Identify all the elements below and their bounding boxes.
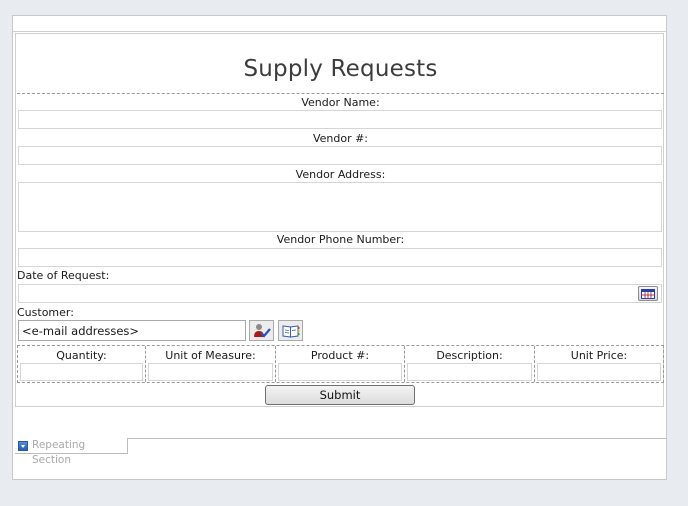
- calendar-button[interactable]: [638, 286, 658, 301]
- page-title: Supply Requests: [243, 56, 438, 82]
- column-header: Unit Price:: [570, 349, 628, 362]
- form-canvas: Supply Requests Vendor Name: Vendor #: V…: [12, 15, 667, 480]
- vendor-phone-label: Vendor Phone Number:: [276, 233, 405, 246]
- vendor-name-label: Vendor Name:: [301, 96, 380, 109]
- check-names-icon: [253, 324, 271, 338]
- vendor-address-label: Vendor Address:: [295, 168, 386, 181]
- section-menu-icon[interactable]: [18, 441, 28, 451]
- column-header: Unit of Measure:: [165, 349, 256, 362]
- vendor-name-input[interactable]: [18, 110, 662, 129]
- customer-email-input[interactable]: <e-mail addresses>: [18, 320, 246, 341]
- column-product-number: Product #:: [276, 346, 405, 382]
- unit-of-measure-input[interactable]: [148, 363, 273, 381]
- address-book-icon: [282, 324, 299, 338]
- address-book-button[interactable]: [278, 320, 303, 341]
- column-unit-price: Unit Price:: [535, 346, 663, 382]
- line-items-table: Quantity: Unit of Measure: Product #: De…: [17, 345, 664, 383]
- title-divider: [17, 93, 664, 94]
- column-header: Quantity:: [56, 349, 107, 362]
- repeating-section-tab[interactable]: Repeating Section: [15, 438, 128, 466]
- repeating-section-label: Repeating Section: [32, 439, 86, 466]
- date-of-request-input[interactable]: [18, 284, 662, 303]
- top-strip: [13, 16, 666, 32]
- customer-label: Customer:: [17, 306, 74, 319]
- submit-button[interactable]: Submit: [265, 385, 415, 405]
- unit-price-input[interactable]: [537, 363, 661, 381]
- quantity-input[interactable]: [20, 363, 143, 381]
- vendor-phone-input[interactable]: [18, 248, 662, 267]
- column-header: Description:: [436, 349, 503, 362]
- description-input[interactable]: [407, 363, 532, 381]
- column-description: Description:: [405, 346, 535, 382]
- repeating-section-divider: [128, 438, 666, 439]
- product-number-input[interactable]: [278, 363, 402, 381]
- vendor-number-input[interactable]: [18, 146, 662, 165]
- column-unit-of-measure: Unit of Measure:: [146, 346, 276, 382]
- check-names-button[interactable]: [249, 320, 274, 341]
- vendor-address-input[interactable]: [18, 182, 662, 232]
- vendor-number-label: Vendor #:: [312, 132, 369, 145]
- column-header: Product #:: [310, 349, 370, 362]
- form-section: Supply Requests Vendor Name: Vendor #: V…: [15, 33, 664, 407]
- column-quantity: Quantity:: [18, 346, 146, 382]
- calendar-icon: [641, 288, 655, 299]
- date-of-request-label: Date of Request:: [17, 269, 110, 282]
